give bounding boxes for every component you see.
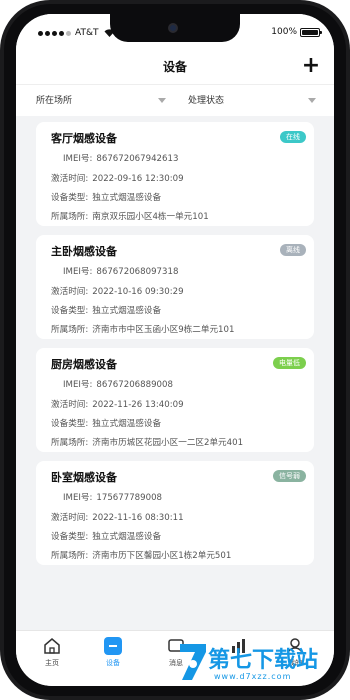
activated-label: 激活时间: bbox=[51, 287, 89, 297]
type-label: 设备类型: bbox=[51, 532, 89, 542]
watermark-logo-icon bbox=[176, 640, 210, 684]
location-label: 所属场所: bbox=[51, 551, 89, 561]
status-badge: 电量低 bbox=[273, 357, 306, 369]
imei-value: 175677789008 bbox=[96, 493, 163, 503]
location-filter[interactable]: 所在场所 bbox=[36, 85, 166, 117]
location-value: 济南市市中区玉函小区9栋二单元101 bbox=[92, 325, 235, 335]
imei-row: IMEI号: 867672068097318 bbox=[51, 265, 178, 277]
device-name: 主卧烟感设备 bbox=[51, 245, 117, 258]
activated-value: 2022-11-16 08:30:11 bbox=[92, 513, 184, 523]
battery-percent: 100% bbox=[271, 27, 297, 37]
type-value: 独立式烟温感设备 bbox=[92, 419, 162, 429]
device-name: 厨房烟感设备 bbox=[51, 358, 117, 371]
carrier-label: AT&T bbox=[75, 28, 99, 38]
imei-value: 86767206889008 bbox=[96, 380, 173, 390]
type-label: 设备类型: bbox=[51, 306, 89, 316]
activated-row: 激活时间: 2022-11-16 08:30:11 bbox=[51, 511, 184, 523]
type-label: 设备类型: bbox=[51, 419, 89, 429]
phone-frame: AT&T 100% 设备 + 所在场所 处理状态 客厅烟感设备 在线 IMEI号… bbox=[0, 0, 350, 700]
type-row: 设备类型: 独立式烟温感设备 bbox=[51, 530, 161, 542]
type-row: 设备类型: 独立式烟温感设备 bbox=[51, 417, 161, 429]
chevron-down-icon bbox=[308, 98, 316, 103]
location-value: 南京双乐园小区4栋一单元101 bbox=[92, 212, 209, 222]
device-card[interactable]: 卧室烟感设备 信号弱 IMEI号: 175677789008 激活时间: 2022-… bbox=[36, 461, 314, 565]
home-icon bbox=[43, 637, 61, 655]
type-row: 设备类型: 独立式烟温感设备 bbox=[51, 304, 161, 316]
status-badge: 信号弱 bbox=[273, 470, 306, 482]
location-value: 济南市历城区花园小区一二区2单元401 bbox=[92, 438, 244, 448]
imei-label: IMEI号: bbox=[63, 493, 93, 503]
imei-label: IMEI号: bbox=[63, 267, 93, 277]
imei-row: IMEI号: 867672067942613 bbox=[51, 152, 178, 164]
app-screen: AT&T 100% 设备 + 所在场所 处理状态 客厅烟感设备 在线 IMEI号… bbox=[16, 14, 334, 686]
imei-value: 867672067942613 bbox=[96, 154, 179, 164]
location-row: 所属场所: 南京双乐园小区4栋一单元101 bbox=[51, 210, 209, 222]
status-filter-label: 处理状态 bbox=[188, 96, 225, 106]
location-row: 所属场所: 济南市历城区花园小区一二区2单元401 bbox=[51, 436, 243, 448]
add-device-button[interactable]: + bbox=[300, 55, 322, 78]
device-card[interactable]: 主卧烟感设备 离线 IMEI号: 867672068097318 激活时间: 202… bbox=[36, 235, 314, 339]
imei-row: IMEI号: 175677789008 bbox=[51, 491, 162, 503]
status-badge: 离线 bbox=[280, 244, 306, 256]
status-badge: 在线 bbox=[280, 131, 306, 143]
activated-row: 激活时间: 2022-09-16 12:30:09 bbox=[51, 172, 184, 184]
signal-icon bbox=[38, 30, 71, 36]
activated-value: 2022-10-16 09:30:29 bbox=[92, 287, 184, 297]
activated-value: 2022-11-26 13:40:09 bbox=[92, 400, 184, 410]
device-name: 卧室烟感设备 bbox=[51, 471, 117, 484]
device-icon bbox=[104, 637, 122, 655]
type-value: 独立式烟温感设备 bbox=[92, 306, 162, 316]
activated-value: 2022-09-16 12:30:09 bbox=[92, 174, 184, 184]
location-label: 所属场所: bbox=[51, 212, 89, 222]
activated-label: 激活时间: bbox=[51, 400, 89, 410]
location-label: 所属场所: bbox=[51, 438, 89, 448]
tab-devices-label: 设备 bbox=[106, 659, 120, 667]
watermark-url: www.d7xzz.com bbox=[214, 672, 292, 681]
activated-label: 激活时间: bbox=[51, 174, 89, 184]
status-filter[interactable]: 处理状态 bbox=[188, 85, 318, 117]
tab-home[interactable]: 主页 bbox=[28, 637, 76, 668]
activated-row: 激活时间: 2022-11-26 13:40:09 bbox=[51, 398, 184, 410]
type-row: 设备类型: 独立式烟温感设备 bbox=[51, 191, 161, 203]
location-label: 所属场所: bbox=[51, 325, 89, 335]
watermark: 第七下载站 www.d7xzz.com bbox=[176, 638, 348, 694]
watermark-text: 第七下载站 bbox=[208, 648, 319, 673]
imei-label: IMEI号: bbox=[63, 380, 93, 390]
filter-bar: 所在场所 处理状态 bbox=[16, 84, 334, 116]
device-card[interactable]: 厨房烟感设备 电量低 IMEI号: 86767206889008 激活时间: 202… bbox=[36, 348, 314, 452]
imei-row: IMEI号: 86767206889008 bbox=[51, 378, 173, 390]
imei-value: 867672068097318 bbox=[96, 267, 179, 277]
location-filter-label: 所在场所 bbox=[36, 96, 73, 106]
nav-bar: 设备 + bbox=[16, 50, 334, 84]
activated-label: 激活时间: bbox=[51, 513, 89, 523]
type-value: 独立式烟温感设备 bbox=[92, 193, 162, 203]
tab-devices[interactable]: 设备 bbox=[89, 637, 137, 668]
tab-home-label: 主页 bbox=[45, 659, 59, 667]
page-title: 设备 bbox=[162, 60, 187, 74]
type-value: 独立式烟温感设备 bbox=[92, 532, 162, 542]
device-name: 客厅烟感设备 bbox=[51, 132, 117, 145]
imei-label: IMEI号: bbox=[63, 154, 93, 164]
notch bbox=[110, 14, 240, 42]
location-value: 济南市历下区馨园小区1栋2单元501 bbox=[92, 551, 232, 561]
device-card[interactable]: 客厅烟感设备 在线 IMEI号: 867672067942613 激活时间: 202… bbox=[36, 122, 314, 226]
type-label: 设备类型: bbox=[51, 193, 89, 203]
location-row: 所属场所: 济南市市中区玉函小区9栋二单元101 bbox=[51, 323, 234, 335]
battery-icon bbox=[300, 27, 322, 37]
camera-icon bbox=[168, 23, 178, 33]
chevron-down-icon bbox=[158, 98, 166, 103]
location-row: 所属场所: 济南市历下区馨园小区1栋2单元501 bbox=[51, 549, 231, 561]
activated-row: 激活时间: 2022-10-16 09:30:29 bbox=[51, 285, 184, 297]
